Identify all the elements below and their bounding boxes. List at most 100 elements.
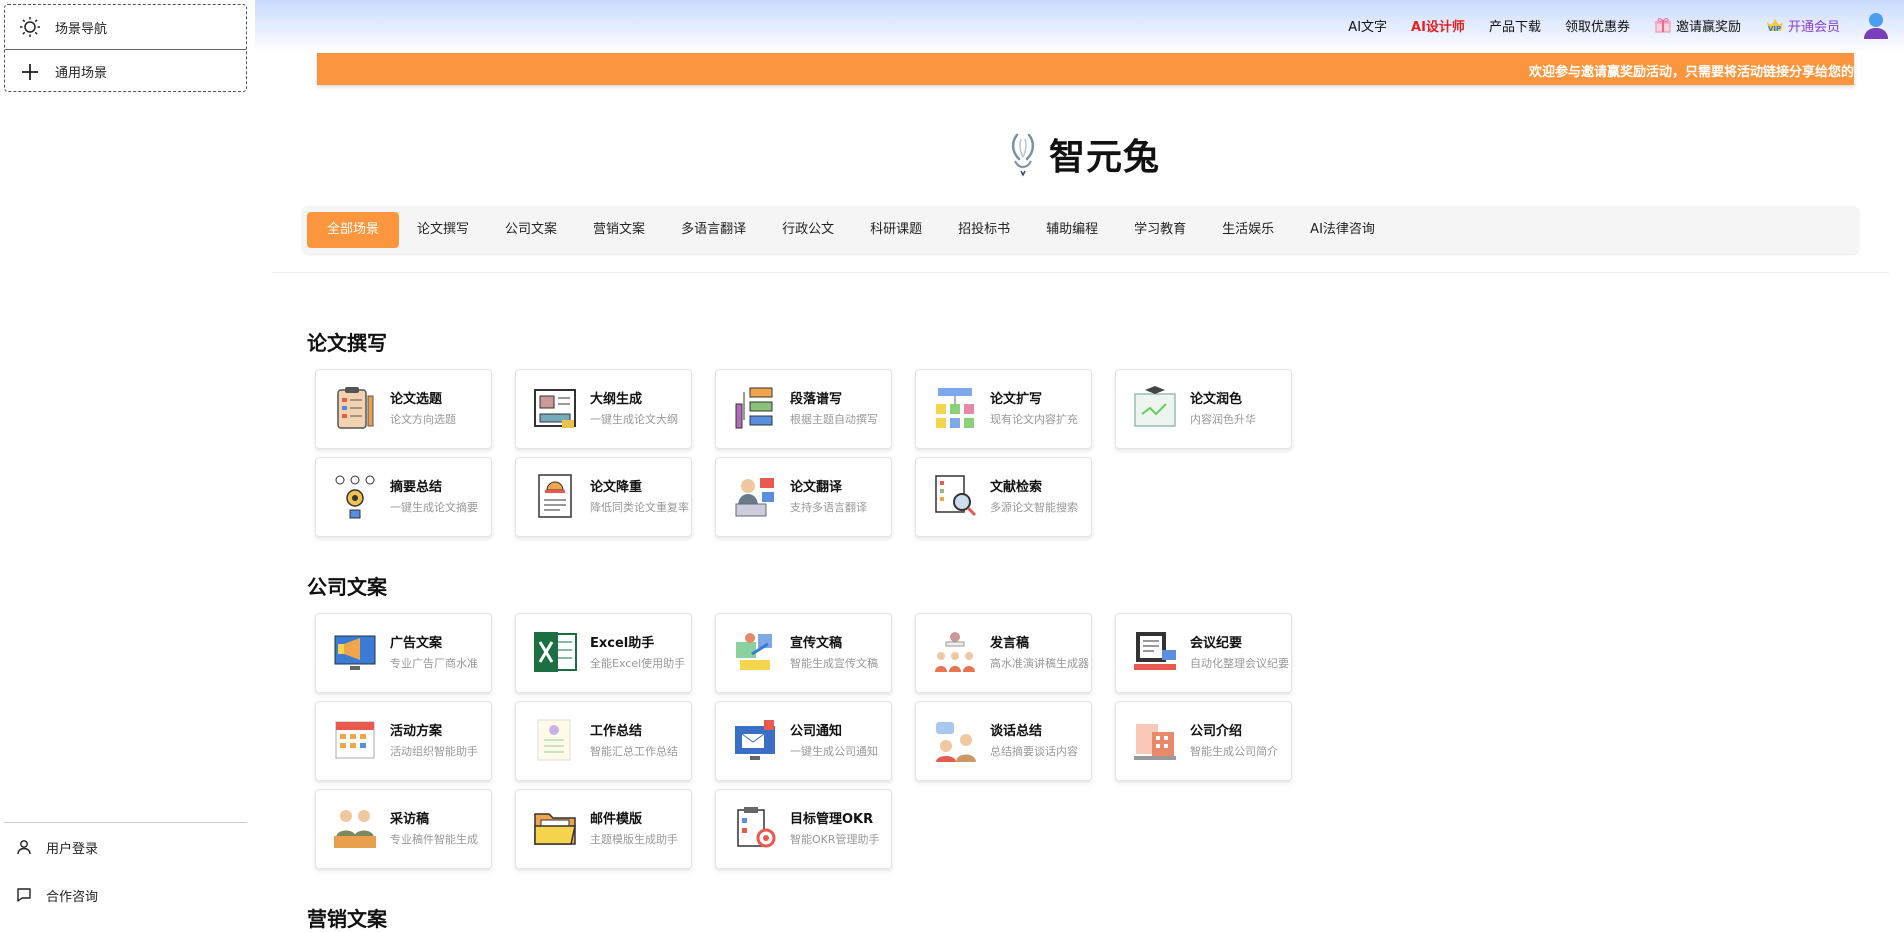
speaker-audience-icon	[932, 628, 978, 678]
category-tab[interactable]: 全部场景	[307, 212, 400, 248]
scene-card[interactable]: 论文选题 论文方向选题	[315, 369, 492, 449]
card-name: 目标管理OKR	[790, 812, 874, 827]
card-description: 内容润色升华	[1190, 413, 1256, 426]
nav-ai-text[interactable]: AI文字	[1348, 16, 1387, 35]
scene-card[interactable]: 公司通知一键生成公司通知	[715, 701, 892, 781]
rabbit-logo-icon	[1011, 133, 1035, 177]
category-tab[interactable]: 科研课题	[852, 212, 940, 248]
card-text: 论文扩写 现有论文内容扩充	[990, 391, 1090, 427]
card-description: 一键生成公司通知	[790, 745, 878, 758]
card-description: 智能OKR管理助手	[790, 833, 880, 846]
vip-icon: VIP	[1766, 19, 1783, 33]
sidebar-item-label: 通用场景	[55, 66, 108, 81]
card-name: 摘要总结	[390, 480, 443, 495]
scene-card[interactable]: 公司介绍 智能生成公司简介	[1115, 701, 1292, 781]
gear-network-icon	[332, 472, 378, 522]
scene-card[interactable]: 宣传文稿智能生成宣传文稿	[715, 613, 892, 693]
target-clipboard-icon	[732, 804, 778, 854]
card-text: 文献检索 多源论文智能搜索	[990, 479, 1090, 515]
card-name: 论文降重	[590, 480, 643, 495]
translator-laptop-icon	[732, 472, 778, 522]
section-title-company: 公司文案	[307, 575, 387, 599]
card-name: 宣传文稿	[790, 636, 843, 651]
meeting-notes-icon	[1132, 628, 1178, 678]
notes-tree-icon	[932, 384, 978, 434]
scene-card[interactable]: 论文降重降低同类论文重复率	[515, 457, 692, 537]
scene-card[interactable]: 会议纪要 自动化整理会议纪要	[1115, 613, 1292, 693]
graduation-board-icon	[1132, 384, 1178, 434]
scene-card[interactable]: 论文扩写 现有论文内容扩充	[915, 369, 1092, 449]
nav-download[interactable]: 产品下载	[1489, 16, 1541, 35]
sidebar-item-general[interactable]: 通用场景	[5, 49, 246, 93]
cooperation-button[interactable]: 合作咨询	[4, 871, 247, 919]
announcement-banner[interactable]: 欢迎参与邀请赢奖励活动，只需要将活动链接分享给您的	[317, 53, 1854, 85]
category-tab[interactable]: 学习教育	[1116, 212, 1204, 248]
nav-vip[interactable]: VIP 开通会员	[1765, 16, 1840, 35]
scene-card[interactable]: 活动方案 活动组织智能助手	[315, 701, 492, 781]
card-description: 自动化整理会议纪要	[1190, 657, 1289, 670]
flowchart-pen-icon	[732, 384, 778, 434]
scene-card[interactable]: 论文润色内容润色升华	[1115, 369, 1292, 449]
card-text: 公司通知一键生成公司通知	[790, 723, 890, 759]
card-description: 智能生成公司简介	[1190, 745, 1278, 758]
clipboard-checklist-icon	[332, 384, 378, 434]
card-name: 活动方案	[390, 724, 443, 739]
category-tab[interactable]: 论文撰写	[399, 212, 487, 248]
nav-ai-designer[interactable]: AI设计师	[1411, 16, 1465, 35]
card-description: 总结摘要谈话内容	[990, 745, 1078, 758]
category-tab[interactable]: 辅助编程	[1028, 212, 1116, 248]
card-description: 主题模版生成助手	[590, 833, 678, 846]
card-description: 降低同类论文重复率	[590, 501, 689, 514]
checklist-doc-icon	[532, 716, 578, 766]
category-tab[interactable]: 公司文案	[487, 212, 575, 248]
card-text: 论文降重降低同类论文重复率	[590, 479, 690, 515]
card-text: 摘要总结 一键生成论文摘要	[390, 479, 490, 515]
login-button[interactable]: 用户登录	[4, 823, 247, 871]
user-icon	[14, 837, 34, 857]
nav-vip-label: 开通会员	[1787, 19, 1840, 35]
company-building-icon	[1132, 716, 1178, 766]
category-tabs: 全部场景 论文撰写 公司文案 营销文案 多语言翻译 行政公文 科研课题 招投标书 辅助编程 学习教…	[302, 206, 1859, 254]
scene-card[interactable]: 摘要总结 一键生成论文摘要	[315, 457, 492, 537]
nav-coupon[interactable]: 领取优惠券	[1565, 16, 1630, 35]
card-name: 广告文案	[390, 636, 443, 651]
card-name: 邮件模版	[590, 812, 643, 827]
scene-card[interactable]: 大纲生成 一键生成论文大纲	[515, 369, 692, 449]
card-description: 多源论文智能搜索	[990, 501, 1078, 514]
scene-card[interactable]: 谈话总结 总结摘要谈话内容	[915, 701, 1092, 781]
avatar[interactable]	[1862, 11, 1890, 39]
banner-text: 欢迎参与邀请赢奖励活动，只需要将活动链接分享给您的	[1528, 65, 1854, 80]
category-tab[interactable]: 行政公文	[764, 212, 852, 248]
scene-card[interactable]: 段落谱写 根据主题自动撰写	[715, 369, 892, 449]
card-description: 高水准演讲稿生成器	[990, 657, 1089, 670]
card-description: 全能Excel使用助手	[590, 657, 686, 670]
card-text: 目标管理OKR 智能OKR管理助手	[790, 811, 890, 847]
card-name: 公司通知	[790, 724, 843, 739]
scene-card[interactable]: 目标管理OKR 智能OKR管理助手	[715, 789, 892, 869]
scene-card[interactable]: Excel助手 全能Excel使用助手	[515, 613, 692, 693]
scene-card[interactable]: 采访稿 专业稿件智能生成	[315, 789, 492, 869]
card-name: 论文润色	[1190, 392, 1243, 407]
top-bar: AI文字 AI设计师 产品下载 领取优惠券 邀请赢奖励 VIP 开通会员	[255, 0, 1904, 53]
category-tab[interactable]: 多语言翻译	[663, 212, 764, 248]
scene-card[interactable]: 发言稿 高水准演讲稿生成器	[915, 613, 1092, 693]
sidebar-item-scene-nav[interactable]: 场景导航	[5, 5, 246, 49]
category-tab[interactable]: AI法律咨询	[1292, 212, 1393, 248]
scene-card[interactable]: 广告文案 专业广告厂商水准	[315, 613, 492, 693]
scene-card[interactable]: 文献检索 多源论文智能搜索	[915, 457, 1092, 537]
chat-icon	[14, 885, 34, 905]
category-tab[interactable]: 营销文案	[575, 212, 663, 248]
scene-card[interactable]: 邮件模版主题模版生成助手	[515, 789, 692, 869]
category-tab[interactable]: 生活娱乐	[1204, 212, 1292, 248]
scene-card[interactable]: 论文翻译 支持多语言翻译	[715, 457, 892, 537]
card-description: 智能生成宣传文稿	[790, 657, 878, 670]
category-tab[interactable]: 招投标书	[940, 212, 1028, 248]
top-nav: AI文字 AI设计师 产品下载 领取优惠券 邀请赢奖励 VIP 开通会员	[1324, 0, 1890, 50]
scene-card[interactable]: 工作总结 智能汇总工作总结	[515, 701, 692, 781]
section-title-thesis: 论文撰写	[307, 331, 387, 355]
sidebar-bottom: 用户登录 合作咨询	[4, 822, 247, 919]
nav-invite[interactable]: 邀请赢奖励	[1654, 16, 1741, 35]
sidebar: 场景导航 通用场景 用户登录 合作咨询	[0, 0, 255, 928]
document-helmet-icon	[532, 472, 578, 522]
card-text: 工作总结 智能汇总工作总结	[590, 723, 690, 759]
